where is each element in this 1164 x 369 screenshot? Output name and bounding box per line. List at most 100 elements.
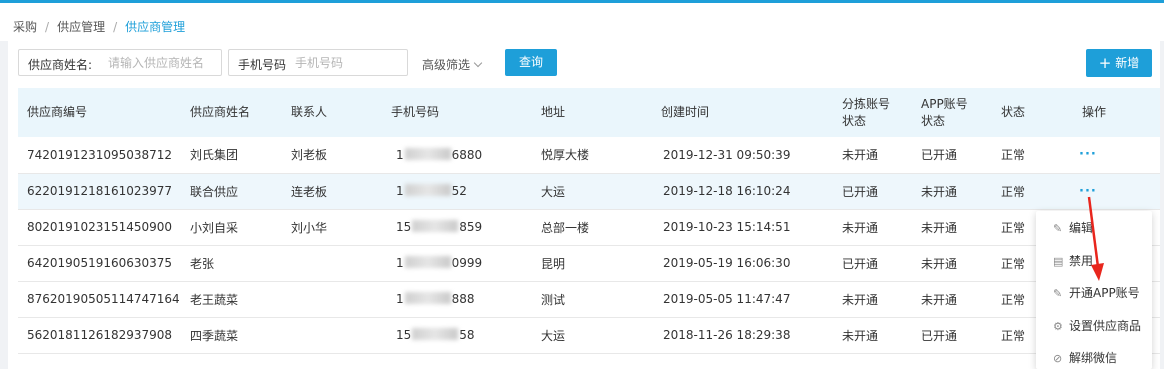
- cell-created: 2019-12-31 09:50:39: [652, 137, 833, 174]
- open-account-icon: ✎: [1053, 287, 1063, 300]
- cell-address: 测试: [532, 281, 652, 318]
- phone-prefix: 15: [396, 328, 412, 342]
- table-row[interactable]: 8762019050511474716​4 老王蔬菜 1 888 测试 2019-05-0…: [18, 281, 1160, 318]
- menu-item-settings[interactable]: ⚙ 设置供应商品: [1036, 315, 1152, 337]
- cell-app-status: 已开通: [912, 317, 992, 354]
- cell-phone: 1 888: [382, 281, 532, 318]
- advanced-filter-label: 高级筛选: [422, 58, 471, 72]
- cell-created: 2018-11-26 18:29:38: [652, 317, 833, 354]
- plus-icon: +: [1098, 54, 1112, 72]
- table-header-row: 供应商编号 供应商姓名 联系人 手机号码 地址 创建时间 分拣账号状态 APP账…: [18, 88, 1160, 137]
- phone-prefix: 1: [396, 147, 404, 162]
- phone-field[interactable]: 手机号码: [228, 49, 408, 76]
- cell-address: 总部一楼: [532, 209, 652, 246]
- cell-id: 8020191023151450900: [18, 209, 181, 246]
- cell-sort-status: 已开通: [833, 173, 912, 210]
- column-header: 操作: [1073, 88, 1160, 137]
- column-header: 联系人: [282, 88, 382, 137]
- cell-contact: 连老板: [282, 173, 382, 210]
- table-row[interactable]: 6220191218161023977 联合供应 连老板 1 52 大运 2019-12-1…: [18, 173, 1160, 210]
- cell-app-status: 未开通: [912, 209, 992, 246]
- redacted-phone-blur: [412, 220, 459, 232]
- cell-name: 刘氏集团: [181, 137, 282, 174]
- phone-prefix: 1: [396, 292, 404, 306]
- breadcrumb: 采购 / 供应管理 / 供应商管理: [0, 3, 1164, 41]
- cell-contact: [282, 245, 382, 282]
- phone-prefix: 15: [396, 220, 412, 234]
- column-header: 状态: [992, 88, 1073, 137]
- supplier-name-input[interactable]: [108, 53, 218, 72]
- unbind-icon: ⊘: [1053, 352, 1063, 365]
- query-button[interactable]: 查询: [505, 49, 557, 76]
- phone-suffix: 52: [451, 184, 467, 198]
- chevron-down-icon: [473, 58, 483, 68]
- column-header: 创建时间: [652, 88, 833, 137]
- cell-created: 2019-10-23 15:14:51: [652, 209, 833, 246]
- cell-address: 大运: [532, 173, 652, 210]
- cell-name: 老王蔬菜: [181, 281, 282, 318]
- redacted-phone-blur: [412, 328, 459, 340]
- menu-item-unbind[interactable]: ⊘ 解绑微信: [1036, 347, 1152, 369]
- cell-app-status: 未开通: [912, 245, 992, 282]
- cell-id: 7420191231095038712: [18, 137, 181, 174]
- menu-item-label: 设置供应商品: [1069, 318, 1142, 333]
- add-button-label: 新增: [1115, 56, 1140, 70]
- column-header: APP账号状态: [912, 88, 992, 137]
- menu-item-label: 开通APP账号: [1069, 286, 1140, 300]
- table-row[interactable]: 6420190519160630375 老张 1 0999 昆明 2019-05-19 1…: [18, 245, 1160, 282]
- more-actions-button[interactable]: ···: [1073, 137, 1160, 174]
- cell-name: 四季蔬菜: [181, 317, 282, 354]
- breadcrumb-item-supply[interactable]: 供应管理: [57, 18, 105, 35]
- cell-created: 2019-12-18 16:10:24: [652, 173, 833, 210]
- redacted-phone-blur: [404, 292, 451, 304]
- supplier-name-field[interactable]: 供应商姓名:: [18, 49, 222, 76]
- add-button[interactable]: + 新增: [1086, 49, 1152, 77]
- column-header: 地址: [532, 88, 652, 137]
- table-row[interactable]: 7420191231095038712 刘氏集团 刘老板 1 6880 悦厚大楼 2019-…: [18, 137, 1160, 174]
- menu-item-label: 解绑微信: [1069, 351, 1118, 365]
- redacted-phone-blur: [404, 184, 451, 196]
- cell-contact: 刘老板: [282, 137, 382, 174]
- column-header: 供应商姓名: [181, 88, 282, 137]
- cell-name: 小刘自采: [181, 209, 282, 246]
- phone-suffix: 6880: [451, 147, 483, 162]
- cell-sort-status: 未开通: [833, 317, 912, 354]
- redacted-phone-blur: [404, 256, 451, 268]
- cell-phone: 15 859: [382, 209, 532, 246]
- cell-created: 2019-05-19 16:06:30: [652, 245, 833, 282]
- breadcrumb-separator: /: [113, 20, 118, 34]
- disable-icon: ▤: [1053, 254, 1064, 268]
- cell-name: 老张: [181, 245, 282, 282]
- edit-icon: ✎: [1053, 222, 1063, 235]
- cell-phone: 1 52: [382, 173, 532, 210]
- cell-name: 联合供应: [181, 173, 282, 210]
- cell-app-status: 已开通: [912, 137, 992, 174]
- cell-status: 正常: [992, 173, 1073, 210]
- cell-contact: 刘小华: [282, 209, 382, 246]
- phone-input[interactable]: [295, 53, 403, 72]
- column-header: 供应商编号: [18, 88, 181, 137]
- table-row[interactable]: 5620181126182937908 四季蔬菜 15 58 大运 2018-11-26 …: [18, 317, 1160, 354]
- breadcrumb-item-purchase[interactable]: 采购: [13, 18, 37, 35]
- cell-id: 6220191218161023977: [18, 173, 181, 210]
- supplier-name-label: 供应商姓名:: [28, 58, 93, 72]
- cell-phone: 15 58: [382, 317, 532, 354]
- annotation-arrow: [1087, 196, 1104, 281]
- phone-prefix: 1: [396, 184, 404, 198]
- column-header: 分拣账号状态: [833, 88, 912, 137]
- cell-sort-status: 未开通: [833, 137, 912, 174]
- supplier-table: 供应商编号 供应商姓名 联系人 手机号码 地址 创建时间 分拣账号状态 APP账…: [18, 88, 1160, 354]
- cell-sort-status: 未开通: [833, 281, 912, 318]
- phone-suffix: 888: [451, 292, 475, 306]
- cell-contact: [282, 281, 382, 318]
- cell-sort-status: 已开通: [833, 245, 912, 282]
- cell-address: 悦厚大楼: [532, 137, 652, 174]
- advanced-filter-toggle[interactable]: 高级筛选: [422, 56, 483, 73]
- cell-phone: 1 6880: [382, 137, 532, 174]
- phone-suffix: 58: [459, 328, 475, 342]
- phone-suffix: 859: [459, 220, 483, 234]
- cell-app-status: 未开通: [912, 173, 992, 210]
- menu-item-open-account[interactable]: ✎ 开通APP账号: [1036, 282, 1152, 304]
- table-row[interactable]: 8020191023151450900 小刘自采 刘小华 15 859 总部一楼 2019-…: [18, 209, 1160, 246]
- cell-status: 正常: [992, 137, 1073, 174]
